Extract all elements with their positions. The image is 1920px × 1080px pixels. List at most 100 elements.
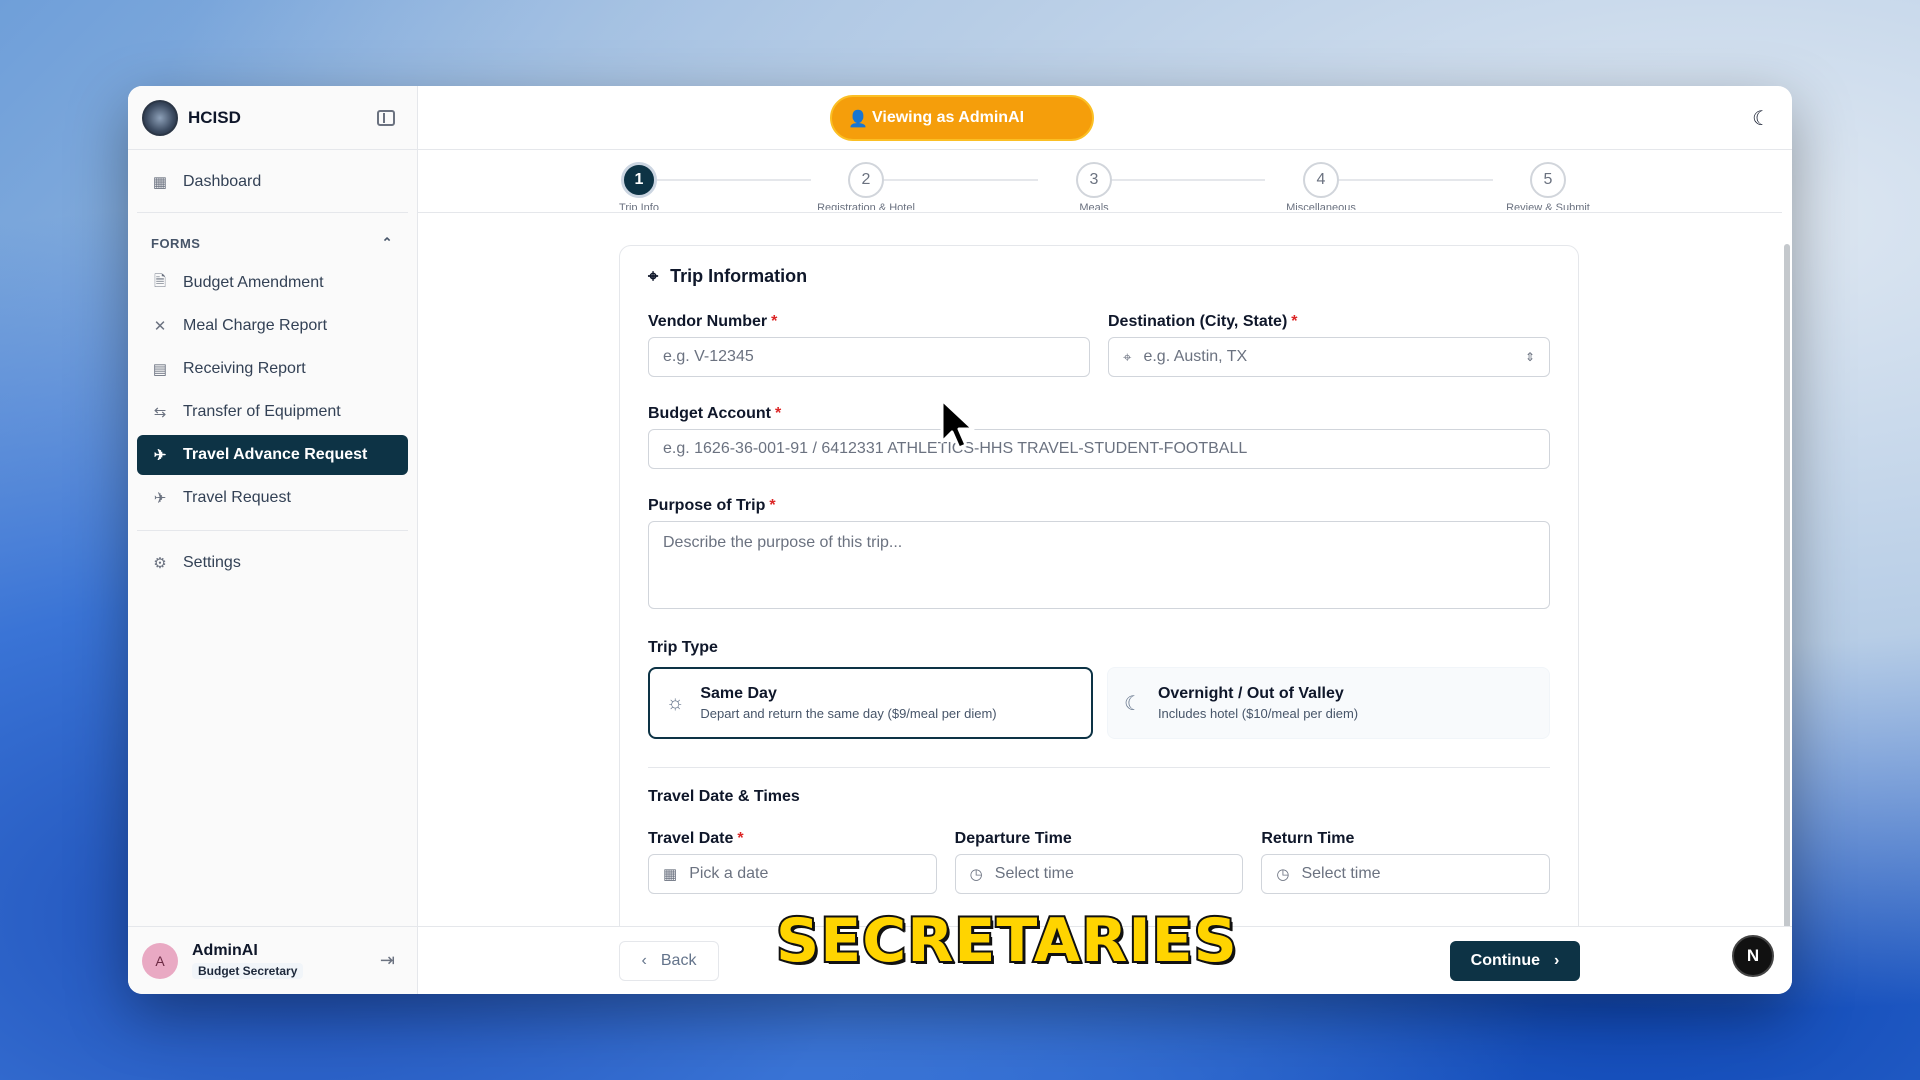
sun-icon: ☼	[666, 691, 685, 714]
purpose-textarea[interactable]	[663, 534, 1535, 598]
trip-type-overnight[interactable]: ☾ Overnight / Out of Valley Includes hot…	[1107, 667, 1550, 739]
sidebar-item-travel-advance-request[interactable]: ✈ Travel Advance Request	[137, 435, 408, 475]
step-connector	[883, 179, 1038, 181]
option-description: Includes hotel ($10/meal per diem)	[1157, 706, 1359, 721]
option-description: Depart and return the same day ($9/meal …	[700, 706, 997, 721]
clock-icon: ◷	[969, 866, 983, 883]
budget-account-field[interactable]	[648, 429, 1550, 469]
main-content: 👤 Viewing as AdminAI ☾ 1 2 3 4 5 Trip In…	[418, 86, 1792, 994]
budget-account-input[interactable]	[663, 440, 1535, 458]
sidebar-item-travel-request[interactable]: ✈ Travel Request	[137, 478, 408, 518]
trip-information-card: ⌖ Trip Information Vendor Number* Destin…	[619, 245, 1579, 926]
step-label: Trip Info	[619, 202, 659, 210]
travel-date-picker[interactable]: ▦ Pick a date	[648, 854, 937, 894]
departure-time-placeholder: Select time	[994, 865, 1074, 882]
mouse-cursor-icon	[940, 398, 975, 450]
trip-type-same-day[interactable]: ☼ Same Day Depart and return the same da…	[648, 667, 1093, 739]
chevron-left-icon: ‹	[641, 952, 647, 969]
sidebar-item-label: Travel Advance Request	[183, 446, 368, 463]
back-button[interactable]: ‹ Back	[619, 941, 719, 981]
sidebar: HCISD ▦ Dashboard FORMS ⌃ 🗎 Budget Amend…	[128, 86, 418, 994]
moon-icon[interactable]: ☾	[1752, 106, 1770, 131]
return-time-placeholder: Select time	[1301, 865, 1381, 882]
district-logo	[142, 99, 178, 136]
user-icon: 👤	[848, 111, 868, 128]
map-pin-icon: ⌖	[1123, 348, 1132, 366]
sidebar-toggle-icon[interactable]	[377, 109, 395, 126]
vendor-number-field[interactable]	[648, 337, 1090, 377]
forms-section-label: FORMS	[151, 235, 201, 251]
chevron-right-icon: ›	[1554, 952, 1560, 969]
step-connector	[1338, 179, 1493, 181]
clock-icon: ◷	[1276, 866, 1290, 883]
departure-time-label: Departure Time	[954, 830, 1072, 847]
role-badge: Budget Secretary	[192, 962, 304, 979]
document-icon: 🗎	[153, 272, 167, 290]
step-connector	[1110, 179, 1265, 181]
option-title: Overnight / Out of Valley	[1157, 685, 1344, 702]
step-4[interactable]: 4	[1303, 162, 1339, 198]
card-title-text: Trip Information	[670, 265, 808, 286]
step-label: Meals	[1079, 202, 1109, 210]
sidebar-item-label: Settings	[183, 554, 241, 571]
app-window: HCISD ▦ Dashboard FORMS ⌃ 🗎 Budget Amend…	[128, 86, 1792, 994]
plane-icon: ✈	[153, 490, 167, 507]
step-label: Review & Submit	[1506, 202, 1590, 210]
step-label: Registration & Hotel	[817, 202, 915, 210]
plane-icon: ✈	[153, 447, 167, 464]
brand-name: HCISD	[188, 107, 241, 127]
form-scroll-area[interactable]: ⌖ Trip Information Vendor Number* Destin…	[418, 213, 1792, 926]
scrollbar[interactable]	[1784, 244, 1790, 954]
arrows-swap-icon: ⇆	[153, 404, 167, 421]
sidebar-item-transfer-of-equipment[interactable]: ⇆ Transfer of Equipment	[137, 392, 408, 432]
viewing-as-pill[interactable]: 👤 Viewing as AdminAI	[830, 95, 1094, 141]
sidebar-item-dashboard[interactable]: ▦ Dashboard	[137, 162, 408, 202]
moon-icon: ☾	[1124, 692, 1142, 715]
viewing-as-label: Viewing as AdminAI	[872, 109, 1025, 126]
utensils-icon: ✕	[153, 318, 167, 335]
logout-icon[interactable]: ⇥	[380, 950, 395, 971]
sidebar-item-label: Travel Request	[183, 489, 291, 506]
return-time-picker[interactable]: ◷ Select time	[1261, 854, 1551, 894]
trip-type-label: Trip Type	[648, 639, 718, 656]
sidebar-item-budget-amendment[interactable]: 🗎 Budget Amendment	[137, 263, 408, 303]
topbar: 👤 Viewing as AdminAI ☾	[418, 86, 1792, 150]
brand-header: HCISD	[128, 86, 417, 150]
sidebar-item-label: Transfer of Equipment	[183, 403, 341, 420]
destination-select[interactable]: ⌖ e.g. Austin, TX ⇕	[1108, 337, 1550, 377]
avatar: A	[142, 942, 178, 979]
step-3[interactable]: 3	[1076, 162, 1112, 198]
travel-date-label: Travel Date *	[648, 830, 744, 847]
step-1[interactable]: 1	[621, 162, 657, 198]
step-connector	[656, 179, 811, 181]
n-badge[interactable]: N	[1732, 935, 1774, 977]
user-name: AdminAI	[192, 941, 258, 959]
chevron-up-icon: ⌃	[381, 235, 393, 250]
departure-time-picker[interactable]: ◷ Select time	[954, 854, 1244, 894]
grid-icon: ▦	[152, 174, 168, 191]
sidebar-item-meal-charge-report[interactable]: ✕ Meal Charge Report	[137, 306, 408, 346]
step-2[interactable]: 2	[848, 162, 884, 198]
user-profile: A AdminAI Budget Secretary ⇥	[128, 926, 417, 994]
sidebar-item-receiving-report[interactable]: ▤ Receiving Report	[137, 349, 408, 389]
vendor-number-input[interactable]	[663, 348, 1075, 366]
back-label: Back	[660, 952, 697, 969]
chevron-up-down-icon: ⇕	[1524, 350, 1535, 364]
card-title: ⌖ Trip Information	[648, 261, 1550, 291]
gear-icon: ⚙	[153, 555, 167, 572]
forms-section-header[interactable]: FORMS ⌃	[128, 223, 417, 263]
continue-button[interactable]: Continue ›	[1450, 941, 1580, 981]
purpose-field[interactable]	[648, 521, 1550, 609]
trip-type-options: ☼ Same Day Depart and return the same da…	[648, 667, 1550, 739]
destination-placeholder: e.g. Austin, TX	[1143, 348, 1248, 365]
purpose-label: Purpose of Trip *	[648, 497, 776, 514]
map-pin-icon: ⌖	[648, 265, 659, 286]
step-5[interactable]: 5	[1530, 162, 1566, 198]
sidebar-item-label: Budget Amendment	[183, 274, 324, 291]
video-caption: SECRETARIES	[774, 904, 1239, 978]
continue-label: Continue	[1470, 952, 1540, 969]
destination-label: Destination (City, State) *	[1108, 313, 1298, 330]
travel-dates-heading: Travel Date & Times	[648, 788, 800, 805]
step-label: Miscellaneous	[1286, 202, 1356, 210]
sidebar-item-settings[interactable]: ⚙ Settings	[137, 543, 408, 583]
